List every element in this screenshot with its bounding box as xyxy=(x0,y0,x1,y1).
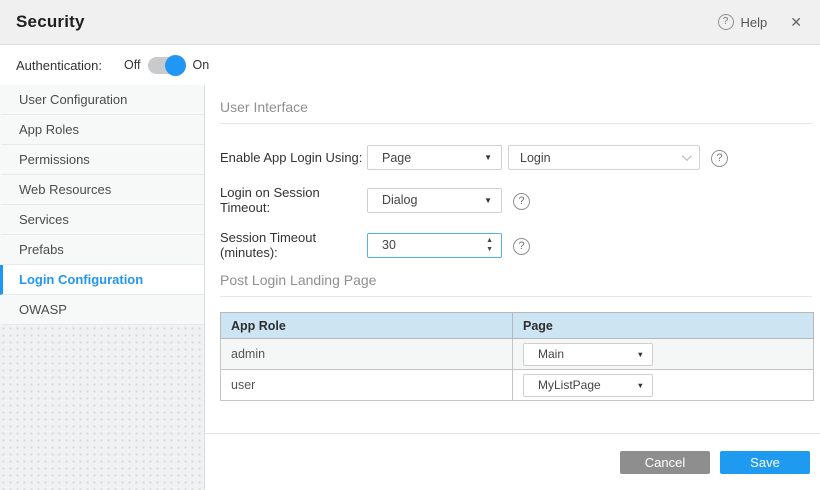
user-page-value: MyListPage xyxy=(538,378,601,392)
enable-app-login-label: Enable App Login Using: xyxy=(220,150,367,165)
table-row: admin Main ▼ xyxy=(221,339,814,370)
sidebar-item-web-resources[interactable]: Web Resources xyxy=(0,175,204,205)
settings-sidebar: User Configuration App Roles Permissions… xyxy=(0,85,205,490)
session-timeout-help[interactable]: ? xyxy=(513,236,530,255)
role-cell-user: user xyxy=(221,370,513,401)
column-header-page: Page xyxy=(513,313,814,339)
authentication-label: Authentication: xyxy=(16,58,102,73)
authentication-toggle[interactable] xyxy=(148,57,184,74)
column-header-app-role: App Role xyxy=(221,313,513,339)
security-dialog: Security ? Help ✕ Authentication: Off On… xyxy=(0,0,820,490)
caret-down-icon: ▼ xyxy=(637,381,644,390)
sidebar-item-user-configuration[interactable]: User Configuration xyxy=(0,85,204,115)
page-title: Security xyxy=(16,12,85,32)
sidebar-dotted-filler xyxy=(0,325,204,490)
section-title-post-login: Post Login Landing Page xyxy=(220,272,812,288)
session-timeout-input[interactable] xyxy=(367,233,502,258)
help-circle-icon: ? xyxy=(513,238,530,255)
help-label: Help xyxy=(741,15,768,30)
sidebar-item-owasp[interactable]: OWASP xyxy=(0,295,204,325)
role-cell-admin: admin xyxy=(221,339,513,370)
help-circle-icon: ? xyxy=(513,193,530,210)
stepper-down-icon: ▼ xyxy=(486,245,493,254)
toggle-on-label: On xyxy=(192,58,209,72)
caret-down-icon: ▼ xyxy=(484,153,492,162)
table-header-row: App Role Page xyxy=(221,313,814,339)
number-stepper[interactable]: ▲ ▼ xyxy=(486,236,493,254)
enable-app-login-row: Enable App Login Using: Page ▼ Login ? xyxy=(220,145,812,170)
section-title-user-interface: User Interface xyxy=(220,99,812,115)
session-timeout-type-help[interactable]: ? xyxy=(513,191,530,210)
chevron-down-icon xyxy=(682,151,692,161)
toggle-knob xyxy=(165,55,186,76)
user-page-select[interactable]: MyListPage ▼ xyxy=(523,374,653,397)
session-timeout-type-row: Login on Session Timeout: Dialog ▼ ? xyxy=(220,185,812,215)
help-circle-icon: ? xyxy=(718,14,734,30)
sidebar-item-login-configuration[interactable]: Login Configuration xyxy=(0,265,204,295)
save-button[interactable]: Save xyxy=(720,451,810,474)
admin-page-select[interactable]: Main ▼ xyxy=(523,343,653,366)
caret-down-icon: ▼ xyxy=(484,196,492,205)
enable-app-login-help[interactable]: ? xyxy=(711,148,728,167)
sidebar-item-services[interactable]: Services xyxy=(0,205,204,235)
help-circle-icon: ? xyxy=(711,150,728,167)
admin-page-value: Main xyxy=(538,347,564,361)
sidebar-item-permissions[interactable]: Permissions xyxy=(0,145,204,175)
dialog-header: Security ? Help ✕ xyxy=(0,0,820,45)
session-timeout-minutes-label: Session Timeout (minutes): xyxy=(220,230,367,260)
section-divider xyxy=(220,296,812,297)
caret-down-icon: ▼ xyxy=(637,350,644,359)
session-timeout-type-label: Login on Session Timeout: xyxy=(220,185,367,215)
post-login-landing-table: App Role Page admin Main ▼ xyxy=(220,312,814,401)
cancel-button[interactable]: Cancel xyxy=(620,451,710,474)
login-configuration-panel: User Interface Enable App Login Using: P… xyxy=(205,85,820,490)
table-row: user MyListPage ▼ xyxy=(221,370,814,401)
page-cell-admin: Main ▼ xyxy=(513,339,814,370)
sidebar-item-app-roles[interactable]: App Roles xyxy=(0,115,204,145)
dialog-footer: Cancel Save xyxy=(205,433,820,490)
login-page-combobox[interactable]: Login xyxy=(508,145,700,170)
authentication-bar: Authentication: Off On xyxy=(0,45,820,85)
page-cell-user: MyListPage ▼ xyxy=(513,370,814,401)
stepper-up-icon: ▲ xyxy=(486,236,493,245)
section-divider xyxy=(220,123,812,124)
session-timeout-minutes-row: Session Timeout (minutes): ▲ ▼ ? xyxy=(220,230,812,260)
session-timeout-type-select[interactable]: Dialog ▼ xyxy=(367,188,502,213)
login-type-value: Page xyxy=(382,151,411,165)
session-timeout-type-value: Dialog xyxy=(382,193,417,207)
close-icon[interactable]: ✕ xyxy=(786,12,806,33)
toggle-off-label: Off xyxy=(124,58,140,72)
session-timeout-input-wrap: ▲ ▼ xyxy=(367,233,502,258)
login-page-value: Login xyxy=(520,151,551,165)
login-type-select[interactable]: Page ▼ xyxy=(367,145,502,170)
sidebar-item-prefabs[interactable]: Prefabs xyxy=(0,235,204,265)
help-button[interactable]: ? Help xyxy=(718,14,768,30)
